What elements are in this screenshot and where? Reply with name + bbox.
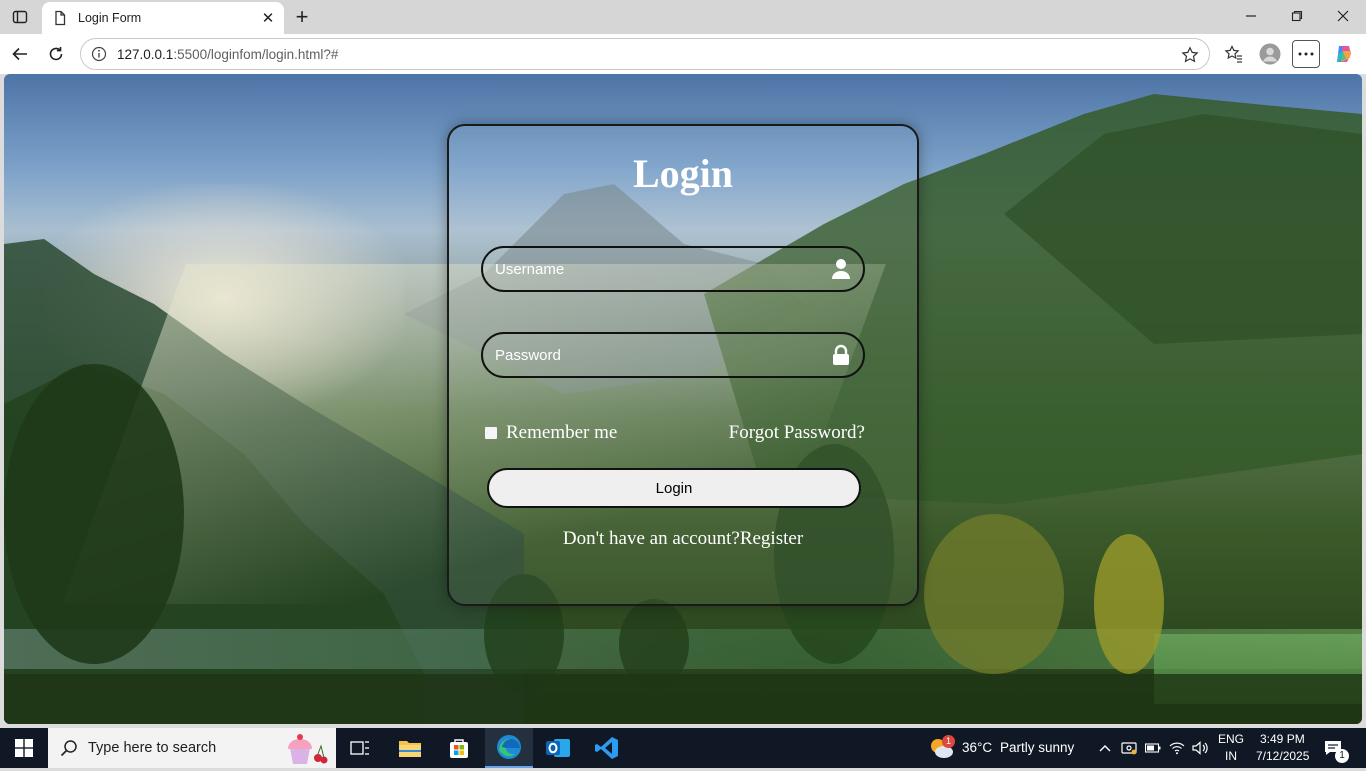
new-tab-button[interactable]: + [290, 5, 314, 29]
lock-icon [831, 344, 851, 366]
wifi-icon[interactable] [1169, 740, 1185, 756]
close-tab-icon[interactable]: ✕ [260, 10, 276, 27]
favorites-icon[interactable] [1220, 40, 1248, 68]
vscode-icon[interactable] [583, 728, 631, 768]
user-icon [831, 258, 851, 280]
profile-avatar-icon[interactable] [1256, 40, 1284, 68]
password-input[interactable] [483, 334, 863, 376]
username-input[interactable] [483, 248, 863, 290]
url-path: :5500/loginfom/login.html?# [173, 46, 339, 62]
document-icon [52, 10, 68, 26]
volume-icon[interactable] [1192, 740, 1208, 756]
browser-tab[interactable]: Login Form ✕ [42, 2, 284, 34]
browser-tab-strip: Login Form ✕ + [0, 0, 1366, 34]
meet-now-icon[interactable] [1121, 740, 1137, 756]
clock-time[interactable]: 3:49 PM [1260, 732, 1305, 746]
register-row: Don't have an account?Register [449, 528, 917, 550]
favorite-star-icon[interactable] [1181, 46, 1199, 64]
address-bar[interactable]: 127.0.0.1:5500/loginfom/login.html?# [80, 38, 1210, 70]
more-options-icon[interactable] [1292, 40, 1320, 68]
taskbar-search[interactable]: Type here to search [48, 728, 336, 768]
close-window-icon[interactable] [1320, 0, 1366, 32]
register-link[interactable]: Register [740, 528, 803, 549]
page-viewport: Login Remember me Forgot Password? Login… [4, 74, 1362, 724]
password-field[interactable] [481, 332, 865, 378]
weather-temp[interactable]: 36°C [962, 740, 992, 755]
copilot-icon[interactable] [1330, 40, 1358, 68]
register-prompt: Don't have an account? [562, 528, 740, 549]
windows-taskbar: Type here to search 1 36°C Partly sunny [0, 728, 1366, 768]
back-arrow-icon[interactable] [6, 40, 34, 68]
file-explorer-icon[interactable] [386, 728, 434, 768]
task-view-icon[interactable] [336, 728, 384, 768]
weather-condition[interactable]: Partly sunny [1000, 740, 1074, 755]
login-card: Login Remember me Forgot Password? Login… [447, 124, 919, 606]
login-button[interactable]: Login [487, 468, 861, 508]
windows-logo-icon [15, 739, 33, 757]
remember-me-checkbox[interactable] [485, 427, 497, 439]
login-title: Login [632, 151, 734, 196]
language-region[interactable]: IN [1225, 749, 1237, 763]
notification-count-badge: 1 [1335, 749, 1349, 763]
cupcake-highlight-icon [284, 732, 328, 771]
tab-actions-menu-icon[interactable] [8, 5, 32, 29]
language-code[interactable]: ENG [1218, 732, 1244, 746]
show-hidden-icons-chevron-icon[interactable] [1097, 740, 1113, 756]
search-placeholder: Type here to search [88, 740, 217, 756]
forgot-password-link[interactable]: Forgot Password? [729, 422, 865, 444]
remember-me[interactable]: Remember me [485, 422, 617, 444]
refresh-icon[interactable] [42, 40, 70, 68]
start-button[interactable] [0, 728, 48, 768]
username-field[interactable] [481, 246, 865, 292]
minimize-icon[interactable] [1228, 0, 1274, 32]
edge-browser-icon[interactable] [485, 728, 533, 768]
outlook-icon[interactable] [534, 728, 582, 768]
restore-icon[interactable] [1274, 0, 1320, 32]
microsoft-store-icon[interactable] [435, 728, 483, 768]
browser-toolbar: 127.0.0.1:5500/loginfom/login.html?# [0, 34, 1366, 74]
search-icon [60, 740, 77, 757]
battery-icon[interactable] [1145, 740, 1161, 756]
tab-title: Login Form [78, 11, 142, 25]
site-info-icon[interactable] [91, 46, 107, 62]
url-host: 127.0.0.1 [117, 46, 174, 62]
remember-me-label: Remember me [506, 422, 618, 443]
weather-badge: 1 [942, 735, 955, 748]
clock-date[interactable]: 7/12/2025 [1256, 749, 1309, 763]
